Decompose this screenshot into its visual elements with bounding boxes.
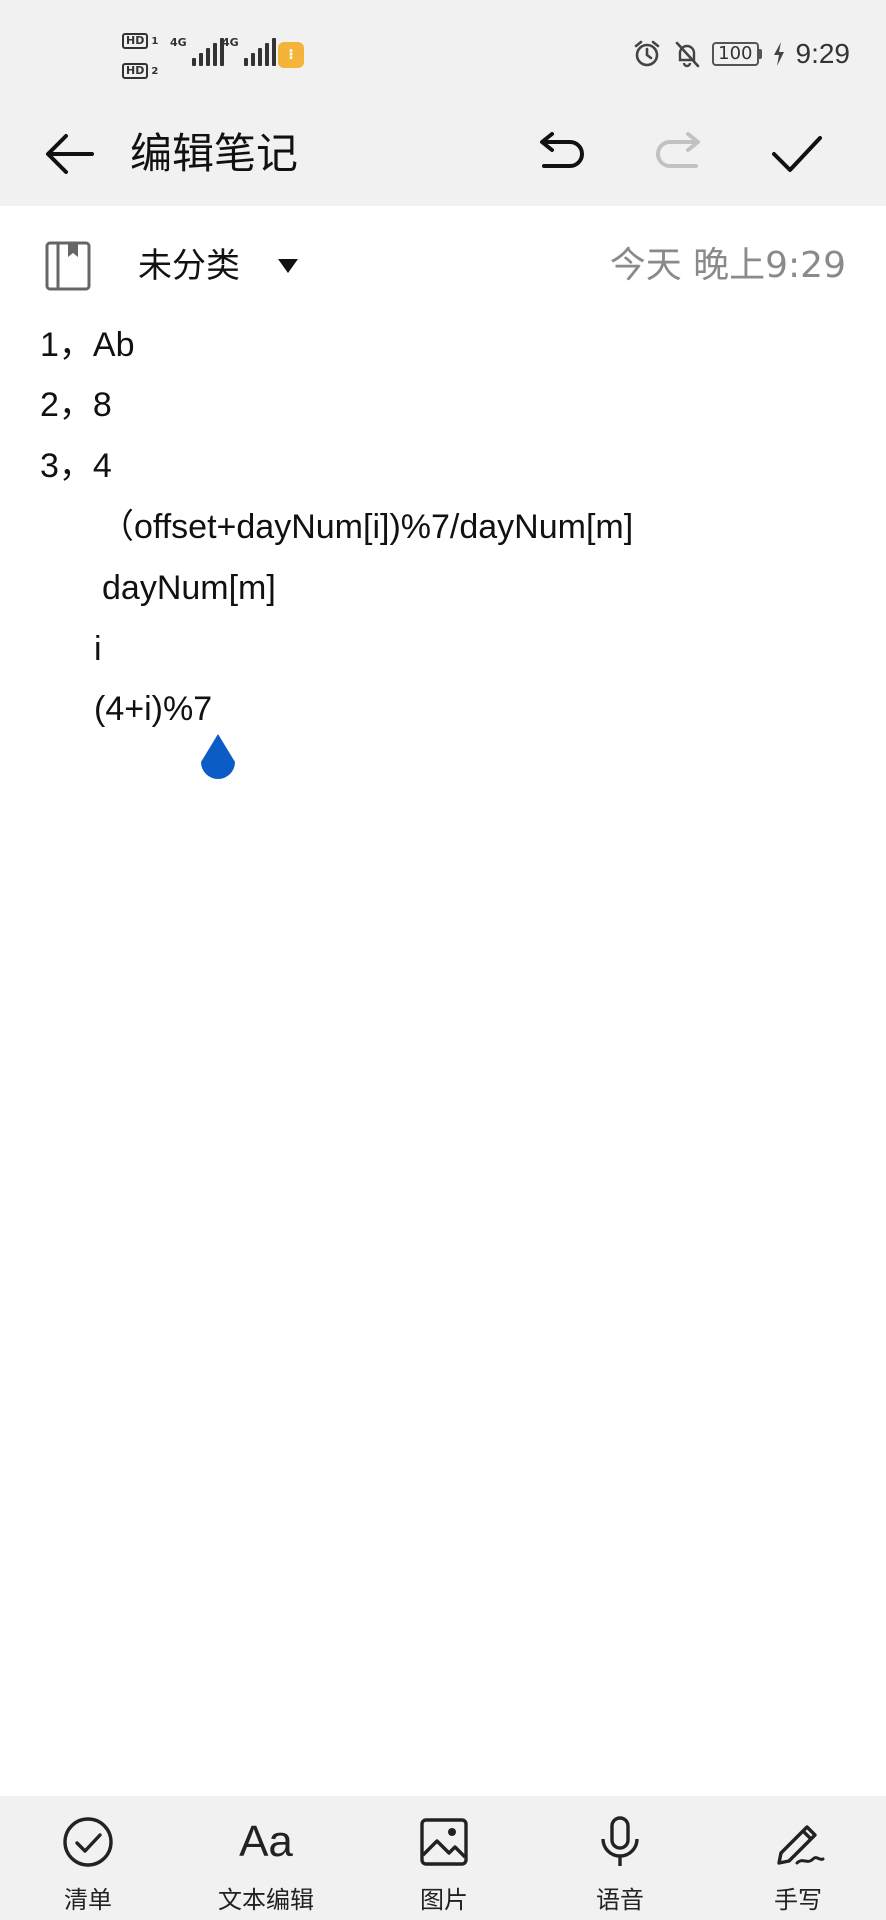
note-line[interactable]: 1，Ab [40, 315, 135, 375]
notification-app-icon: ⁝ [278, 42, 304, 68]
image-button[interactable]: 图片 [374, 1796, 514, 1920]
hd2-sub: 2 [151, 65, 159, 77]
battery-icon: 100 [712, 42, 762, 66]
note-editor-screen: HD 1 HD 2 4G 4G ⁝ 100 9:29 编辑笔记 未分类 今天 晚… [0, 0, 886, 1920]
text-edit-label: 文本编辑 [218, 1886, 314, 1914]
text-format-icon: Aa [239, 1817, 293, 1866]
handwriting-button[interactable]: 手写 [728, 1796, 868, 1920]
voice-button[interactable]: 语音 [550, 1796, 690, 1920]
hd-indicator-1: HD 1 [122, 32, 162, 50]
note-line[interactable]: 2，8 [40, 375, 112, 435]
hd-indicator-2: HD 2 [122, 62, 162, 80]
undo-icon[interactable] [530, 124, 590, 184]
note-line[interactable]: （offset+dayNum[i])%7/dayNum[m] [100, 497, 633, 557]
voice-label: 语音 [596, 1886, 644, 1914]
page-title: 编辑笔记 [130, 129, 299, 178]
charging-icon [773, 42, 784, 66]
dropdown-triangle-icon[interactable] [276, 256, 300, 276]
category-selector[interactable]: 未分类 [138, 240, 240, 292]
note-line[interactable]: dayNum[m] [102, 558, 276, 618]
hd1-sub: 1 [151, 35, 159, 47]
battery-level: 100 [712, 42, 759, 66]
status-clock: 9:29 [795, 38, 851, 69]
network-1-label: 4G [170, 36, 187, 49]
checklist-icon [63, 1817, 113, 1867]
image-label: 图片 [420, 1886, 468, 1914]
text-cursor-handle[interactable] [193, 732, 243, 792]
editor-toolbar: 编辑笔记 [0, 110, 886, 206]
notebook-icon[interactable] [44, 240, 92, 292]
note-line[interactable]: i [94, 619, 102, 679]
note-line[interactable]: (4+i)%7 [94, 679, 212, 739]
network-2-label: 4G [222, 36, 239, 49]
signal-2-icon: 4G [222, 36, 276, 66]
note-header: 未分类 今天 晚上9:29 [0, 220, 886, 310]
bottom-toolbar: 清单 Aa 文本编辑 图片 语音 手写 [0, 1796, 886, 1920]
handwriting-pen-icon [777, 1825, 825, 1865]
signal-1-icon: 4G [170, 36, 224, 66]
hd1-badge: HD [122, 33, 149, 49]
status-bar: HD 1 HD 2 4G 4G ⁝ 100 9:29 [0, 0, 886, 110]
save-check-icon[interactable] [766, 124, 826, 184]
checklist-label: 清单 [64, 1886, 112, 1914]
checklist-button[interactable]: 清单 [18, 1796, 158, 1920]
status-right-group: 100 9:29 [632, 36, 850, 72]
handwriting-label: 手写 [774, 1886, 822, 1914]
text-edit-button[interactable]: Aa 文本编辑 [196, 1796, 336, 1920]
redo-icon[interactable] [650, 124, 710, 184]
mute-notification-icon [675, 41, 700, 68]
microphone-icon [601, 1816, 639, 1866]
top-area: HD 1 HD 2 4G 4G ⁝ 100 9:29 编辑笔记 [0, 0, 886, 206]
back-arrow-icon[interactable] [40, 124, 100, 184]
alarm-icon [634, 40, 660, 67]
image-icon [420, 1818, 468, 1866]
note-line[interactable]: 3，4 [40, 436, 112, 496]
hd2-badge: HD [122, 63, 149, 79]
note-timestamp: 今天 晚上9:29 [609, 245, 846, 286]
